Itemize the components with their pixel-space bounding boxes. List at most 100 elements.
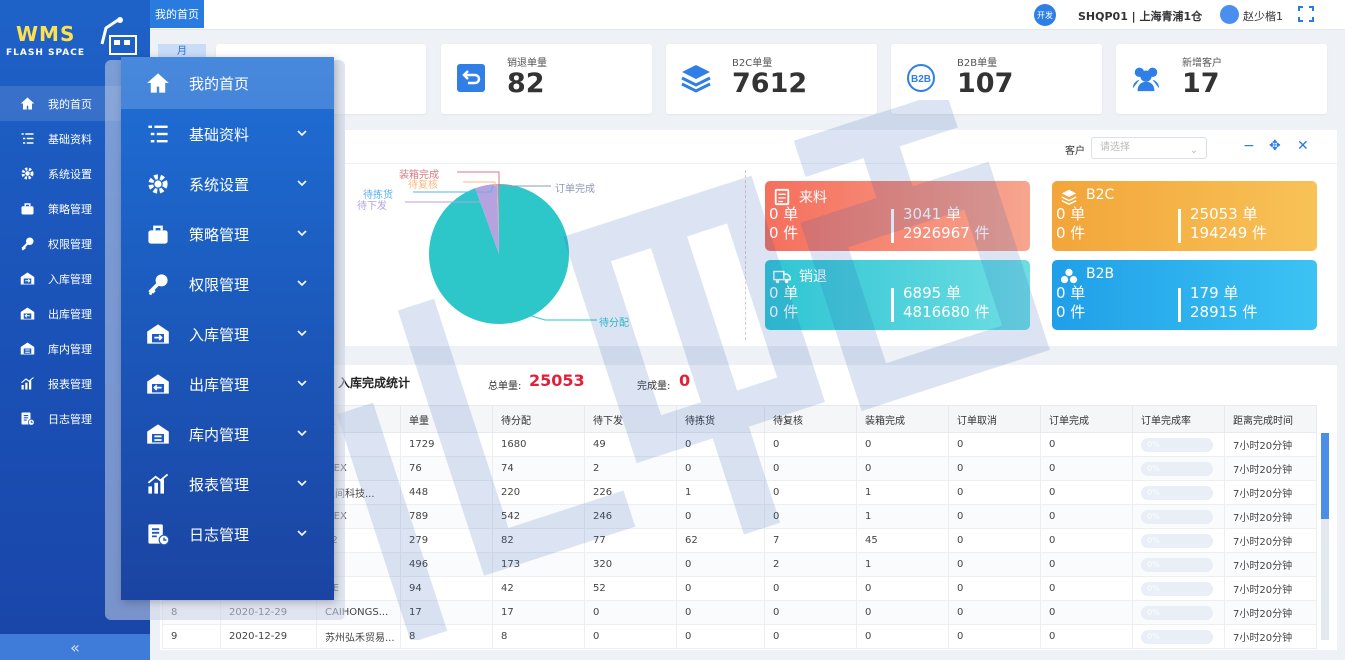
kpi-card: B2B 0 单 0 件 179 单 28915 件 — [1052, 260, 1317, 330]
warehouse-out-icon — [18, 305, 36, 323]
kpi-today-units: 0 件 — [1056, 224, 1086, 242]
table-header[interactable]: 待拣货 — [676, 405, 765, 433]
table-cell: 0 — [676, 456, 765, 481]
table-cell: 0 — [948, 504, 1041, 529]
customer-placeholder: 请选择 — [1100, 142, 1130, 153]
kpi-today-orders: 0 单 — [1056, 205, 1086, 223]
completion-rate-cell: 0% — [1132, 528, 1225, 553]
table-cell: 76 — [400, 456, 493, 481]
kpi-title: 来料 — [799, 190, 827, 206]
table-cell: 220 — [492, 480, 585, 505]
chevron-down-icon — [297, 180, 307, 187]
customer-select[interactable]: 请选择 ⌄ — [1091, 137, 1207, 159]
table-cell: 0 — [764, 504, 857, 529]
sidebar-item-label: 我的首页 — [48, 97, 92, 111]
table-header[interactable]: 订单完成率 — [1132, 405, 1225, 433]
table-cell: 0 — [948, 432, 1041, 457]
table-cell: 1 — [856, 552, 949, 577]
tab-home[interactable]: 我的首页 — [150, 0, 204, 28]
card-value: 107 — [957, 68, 1014, 99]
log-icon — [145, 521, 171, 547]
flyout-item[interactable]: 入库管理 — [121, 309, 334, 359]
card-label: 新增客户 — [1182, 58, 1222, 69]
flyout-item[interactable]: 出库管理 — [121, 359, 334, 409]
kpi-today-units: 0 件 — [769, 224, 799, 242]
kpi-today-orders: 0 单 — [1056, 284, 1086, 302]
table-cell: 94 — [400, 576, 493, 601]
warehouse-label[interactable]: SHQP01 | 上海青浦1仓 — [1078, 8, 1202, 24]
scrollbar-thumb[interactable] — [1321, 433, 1329, 519]
kpi-today-orders: 0 单 — [769, 205, 799, 223]
user-name[interactable]: 赵少楷1 — [1243, 8, 1283, 24]
kpi-card: 销退 0 单 0 件 6895 单 4816680 件 — [765, 260, 1030, 330]
table-cell: 448 — [400, 480, 493, 505]
kpi-divider — [891, 209, 894, 243]
table-cell: 0 — [948, 480, 1041, 505]
table-cell: 1729 — [400, 432, 493, 457]
flyout-item-label: 库内管理 — [189, 425, 250, 444]
stats-title: 入库完成统计 — [338, 376, 411, 390]
flyout-item[interactable]: 系统设置 — [121, 159, 334, 209]
table-cell: 0 — [948, 528, 1041, 553]
sidebar-item-label: 报表管理 — [48, 377, 92, 391]
chevron-down-icon — [297, 280, 307, 287]
completion-rate-bar: 0% — [1141, 557, 1213, 572]
pie-leader-line — [457, 171, 500, 186]
flyout-item[interactable]: 权限管理 — [121, 259, 334, 309]
warehouse-icon — [145, 421, 171, 447]
completion-rate-bar: 0% — [1141, 629, 1213, 644]
table-header[interactable]: 待下发 — [584, 405, 677, 433]
list-icon — [18, 130, 36, 148]
flyout-item[interactable]: 报表管理 — [121, 459, 334, 509]
truck-icon — [773, 267, 791, 285]
kpi-title: B2B — [1086, 266, 1115, 282]
table-cell: 0 — [856, 600, 949, 625]
flyout-item[interactable]: 日志管理 — [121, 509, 334, 559]
completion-rate-cell: 0% — [1132, 480, 1225, 505]
table-header[interactable]: 装箱完成 — [856, 405, 949, 433]
move-icon[interactable]: ✥ — [1269, 138, 1281, 154]
fullscreen-icon[interactable] — [1298, 6, 1314, 22]
table-cell: 45 — [856, 528, 949, 553]
table-cell: 9 — [162, 624, 221, 649]
table-header[interactable]: 距离完成时间 — [1224, 405, 1317, 433]
flyout-item-label: 策略管理 — [189, 225, 250, 244]
flyout-item[interactable]: 库内管理 — [121, 409, 334, 459]
flyout-item[interactable]: 我的首页 — [121, 57, 334, 109]
layers-icon — [680, 62, 712, 94]
table-cell: 17 — [400, 600, 493, 625]
table-cell: 52 — [584, 576, 677, 601]
table-cell: 0 — [856, 624, 949, 649]
table-scrollbar[interactable] — [1321, 433, 1329, 640]
table-header[interactable]: 订单完成 — [1040, 405, 1133, 433]
table-cell: 0 — [676, 600, 765, 625]
pie-leader-line — [524, 313, 597, 321]
user-avatar-icon[interactable] — [1220, 5, 1239, 24]
table-header[interactable]: 单量 — [400, 405, 493, 433]
pie-label-assign: 待分配 — [599, 318, 629, 329]
boxes-icon — [1060, 267, 1078, 285]
kpi-total-units: 4816680 件 — [903, 303, 990, 321]
completion-rate-cell: 0% — [1132, 432, 1225, 457]
table-cell: 789 — [400, 504, 493, 529]
b2b-icon: B2B — [905, 62, 937, 94]
table-cell: 0 — [948, 576, 1041, 601]
collapse-sidebar-button[interactable]: « — [0, 634, 150, 660]
warehouse-icon — [18, 340, 36, 358]
table-header[interactable]: 待分配 — [492, 405, 585, 433]
home-icon — [18, 95, 36, 113]
minimize-icon[interactable]: − — [1243, 138, 1255, 154]
table-row[interactable]: 9 2020-12-29 苏州弘禾贸易... 8 8 0 0 0 0 0 0 0% 7小时20分钟 — [162, 624, 1317, 649]
kpi-today-units: 0 件 — [769, 303, 799, 321]
total-value: 25053 — [529, 371, 585, 390]
close-icon[interactable]: ✕ — [1297, 138, 1309, 154]
flyout-item[interactable]: 策略管理 — [121, 209, 334, 259]
flyout-item[interactable]: 基础资料 — [121, 109, 334, 159]
table-cell: 77 — [584, 528, 677, 553]
kpi-total-orders: 25053 单 — [1190, 205, 1258, 223]
table-header[interactable]: 订单取消 — [948, 405, 1041, 433]
kpi-title: B2C — [1086, 187, 1115, 203]
kpi-divider — [1178, 209, 1181, 243]
divider — [745, 170, 746, 340]
table-header[interactable]: 待复核 — [764, 405, 857, 433]
